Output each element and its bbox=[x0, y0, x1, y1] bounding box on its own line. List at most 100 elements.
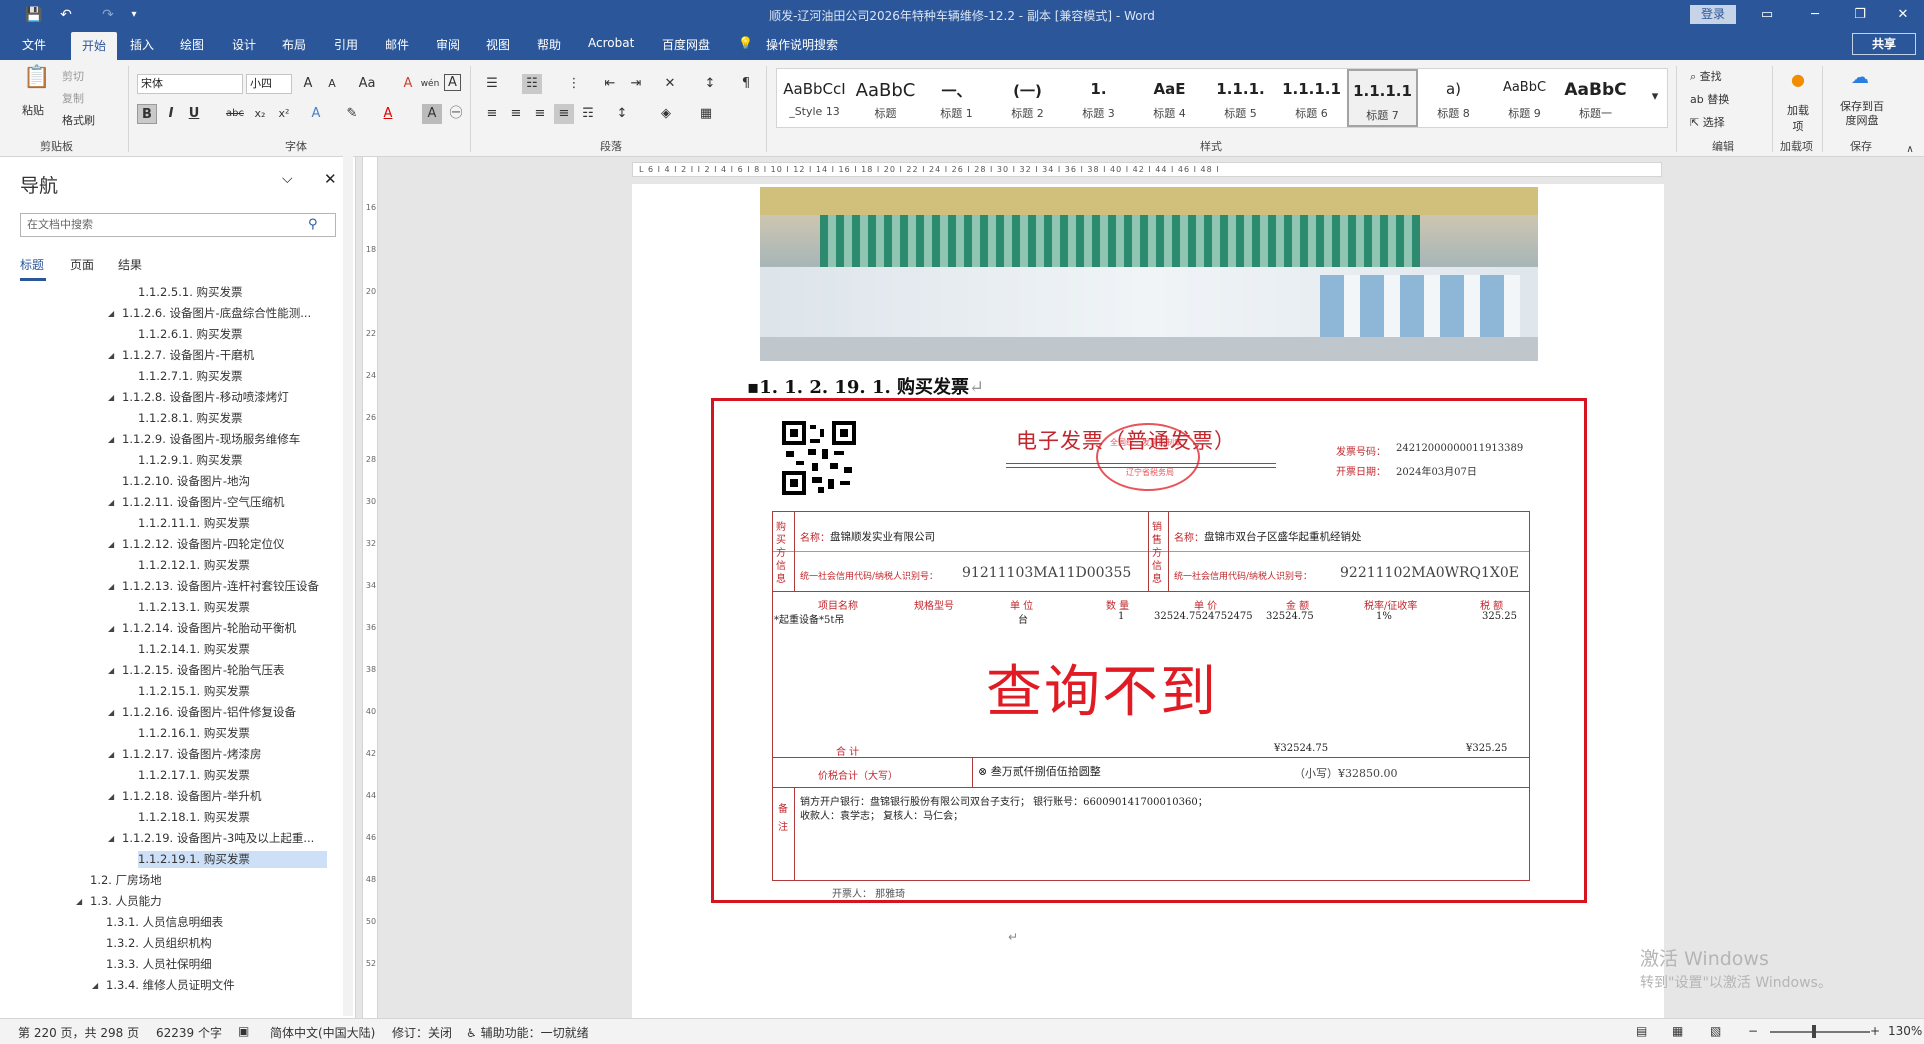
find-button[interactable]: ⌕ 查找 bbox=[1690, 68, 1722, 84]
nav-heading-item[interactable]: 1.1.2.7.1. 购买发票 bbox=[138, 368, 243, 385]
share-button[interactable]: 共享 bbox=[1852, 33, 1916, 55]
nav-heading-item[interactable]: ◢ 1.3. 人员能力 bbox=[76, 893, 162, 910]
nav-heading-item[interactable]: 1.1.2.11.1. 购买发票 bbox=[138, 515, 250, 532]
collapse-triangle-icon[interactable]: ◢ bbox=[108, 578, 114, 595]
show-marks-icon[interactable]: ¶ bbox=[736, 74, 756, 94]
tab-layout[interactable]: 布局 bbox=[282, 36, 306, 53]
baidu-netdisk-icon[interactable]: ☁ bbox=[1850, 68, 1870, 88]
addins-icon[interactable]: ● bbox=[1788, 70, 1808, 90]
collapse-triangle-icon[interactable]: ◢ bbox=[108, 662, 114, 679]
character-border-icon[interactable]: A bbox=[444, 74, 461, 91]
nav-heading-item[interactable]: 1.1.2.10. 设备图片-地沟 bbox=[122, 473, 250, 490]
font-color-icon[interactable]: A bbox=[378, 104, 398, 124]
accessibility[interactable]: ♿ 辅助功能：一切就绪 bbox=[466, 1024, 589, 1041]
nav-heading-item[interactable]: 1.1.2.16.1. 购买发票 bbox=[138, 725, 250, 742]
nav-tab-results[interactable]: 结果 bbox=[118, 256, 142, 273]
tab-home[interactable]: 开始 bbox=[71, 32, 117, 60]
nav-heading-item[interactable]: ◢ 1.1.2.19. 设备图片-3吨及以上起重... bbox=[108, 830, 314, 847]
clear-formatting-icon[interactable]: A bbox=[398, 74, 418, 94]
style-item[interactable]: AaBbC 标题一 bbox=[1560, 69, 1631, 127]
justify-icon[interactable]: ≡ bbox=[554, 104, 574, 124]
italic-button[interactable]: I bbox=[161, 104, 181, 124]
nav-tab-pages[interactable]: 页面 bbox=[70, 256, 94, 273]
zoom-slider[interactable] bbox=[1770, 1031, 1870, 1033]
increase-indent-icon[interactable]: ⇥ bbox=[626, 74, 646, 94]
numbering-icon[interactable]: ☷ bbox=[522, 74, 542, 94]
collapse-triangle-icon[interactable]: ◢ bbox=[76, 893, 82, 910]
nav-options-icon[interactable]: ⌵ bbox=[282, 171, 293, 187]
enclose-characters-icon[interactable]: ㊀ bbox=[446, 104, 466, 124]
nav-heading-item[interactable]: 1.3.3. 人员社保明细 bbox=[106, 956, 212, 973]
page-count[interactable]: 第 220 页，共 298 页 bbox=[18, 1024, 139, 1041]
ribbon-display-options-icon[interactable]: ▭ bbox=[1752, 4, 1782, 26]
nav-heading-item[interactable]: 1.1.2.12.1. 购买发票 bbox=[138, 557, 250, 574]
nav-heading-item[interactable]: ◢ 1.3.4. 维修人员证明文件 bbox=[92, 977, 235, 994]
grow-font-icon[interactable]: A bbox=[298, 74, 318, 94]
format-painter-button[interactable]: 格式刷 bbox=[62, 112, 95, 128]
tab-file[interactable]: 文件 bbox=[22, 36, 46, 53]
style-item[interactable]: AaBbC 标题 9 bbox=[1489, 69, 1560, 127]
collapse-triangle-icon[interactable]: ◢ bbox=[108, 494, 114, 511]
style-item[interactable]: 1.1.1. 标题 5 bbox=[1205, 69, 1276, 127]
tab-acrobat[interactable]: Acrobat bbox=[588, 36, 634, 50]
align-center-icon[interactable]: ≡ bbox=[506, 104, 526, 124]
line-spacing-icon[interactable]: ↕ bbox=[612, 104, 632, 124]
tab-baidu-netdisk[interactable]: 百度网盘 bbox=[662, 36, 710, 53]
nav-heading-item[interactable]: ◢ 1.1.2.11. 设备图片-空气压缩机 bbox=[108, 494, 285, 511]
language[interactable]: 简体中文(中国大陆) bbox=[270, 1024, 375, 1041]
proofing-icon[interactable]: ▣ bbox=[238, 1024, 249, 1038]
collapse-triangle-icon[interactable]: ◢ bbox=[108, 788, 114, 805]
print-layout-icon[interactable]: ▦ bbox=[1672, 1024, 1683, 1038]
distributed-icon[interactable]: ☶ bbox=[578, 104, 598, 124]
multilevel-list-icon[interactable]: ⋮ bbox=[564, 74, 584, 94]
copy-button[interactable]: 复制 bbox=[62, 90, 84, 106]
style-item[interactable]: a) 标题 8 bbox=[1418, 69, 1489, 127]
nav-heading-item[interactable]: ◢ 1.1.2.7. 设备图片-干磨机 bbox=[108, 347, 254, 364]
style-item[interactable]: (一) 标题 2 bbox=[992, 69, 1063, 127]
style-item[interactable]: 1.1.1.1 标题 6 bbox=[1276, 69, 1347, 127]
nav-heading-item[interactable]: 1.1.2.6.1. 购买发票 bbox=[138, 326, 243, 343]
chinese-layout-icon[interactable]: ✕ bbox=[660, 74, 680, 94]
close-icon[interactable]: ✕ bbox=[1888, 4, 1918, 26]
change-case-button[interactable]: Aa bbox=[352, 74, 382, 94]
nav-search-input[interactable]: 在文档中搜索 bbox=[20, 213, 336, 237]
phonetic-guide-icon[interactable]: wén bbox=[420, 74, 440, 94]
style-item[interactable]: AaBbC 标题 bbox=[850, 69, 921, 127]
zoom-slider-thumb[interactable] bbox=[1812, 1025, 1816, 1038]
nav-heading-item[interactable]: 1.1.2.15.1. 购买发票 bbox=[138, 683, 250, 700]
nav-heading-item[interactable]: ◢ 1.1.2.8. 设备图片-移动喷漆烤灯 bbox=[108, 389, 289, 406]
nav-heading-item[interactable]: ◢ 1.1.2.15. 设备图片-轮胎气压表 bbox=[108, 662, 285, 679]
tab-help[interactable]: 帮助 bbox=[537, 36, 561, 53]
zoom-in-icon[interactable]: + bbox=[1870, 1024, 1880, 1038]
collapse-triangle-icon[interactable]: ◢ bbox=[108, 305, 114, 322]
sort-icon[interactable]: ↕ bbox=[700, 74, 720, 94]
restore-icon[interactable]: ❐ bbox=[1845, 4, 1875, 26]
zoom-out-icon[interactable]: − bbox=[1748, 1024, 1758, 1038]
paste-icon[interactable]: 📋 bbox=[22, 67, 52, 98]
nav-heading-item[interactable]: 1.1.2.8.1. 购买发票 bbox=[138, 410, 243, 427]
font-family-select[interactable]: 宋体 bbox=[137, 74, 243, 94]
style-item-selected[interactable]: 1.1.1.1 标题 7 bbox=[1347, 69, 1418, 127]
collapse-triangle-icon[interactable]: ◢ bbox=[92, 977, 98, 994]
style-item[interactable]: AaE 标题 4 bbox=[1134, 69, 1205, 127]
style-item[interactable]: 一、 标题 1 bbox=[921, 69, 992, 127]
nav-heading-item[interactable]: 1.1.2.13.1. 购买发票 bbox=[138, 599, 250, 616]
nav-heading-item[interactable]: ◢ 1.1.2.12. 设备图片-四轮定位仪 bbox=[108, 536, 285, 553]
tab-draw[interactable]: 绘图 bbox=[180, 36, 204, 53]
tab-design[interactable]: 设计 bbox=[232, 36, 256, 53]
nav-heading-item-selected[interactable]: 1.1.2.19.1. 购买发票 bbox=[138, 851, 327, 868]
tab-review[interactable]: 审阅 bbox=[436, 36, 460, 53]
style-item[interactable]: AaBbCcI _Style 13 bbox=[779, 69, 850, 127]
bullets-icon[interactable]: ☰ bbox=[482, 74, 502, 94]
shading-icon[interactable]: ◈ bbox=[656, 104, 676, 124]
collapse-triangle-icon[interactable]: ◢ bbox=[108, 704, 114, 721]
nav-tab-headings[interactable]: 标题 bbox=[20, 256, 44, 273]
replace-button[interactable]: ab 替换 bbox=[1690, 91, 1729, 107]
cut-button[interactable]: 剪切 bbox=[62, 68, 84, 84]
collapse-triangle-icon[interactable]: ◢ bbox=[108, 431, 114, 448]
doc-heading[interactable]: ▪1. 1. 2. 19. 1. 购买发票↵ bbox=[747, 373, 984, 399]
superscript-button[interactable]: x² bbox=[274, 104, 294, 124]
bold-button[interactable]: B bbox=[137, 104, 157, 124]
highlight-color-icon[interactable]: ✎ bbox=[342, 104, 362, 124]
styles-more-icon[interactable]: ▾ bbox=[1645, 87, 1665, 107]
